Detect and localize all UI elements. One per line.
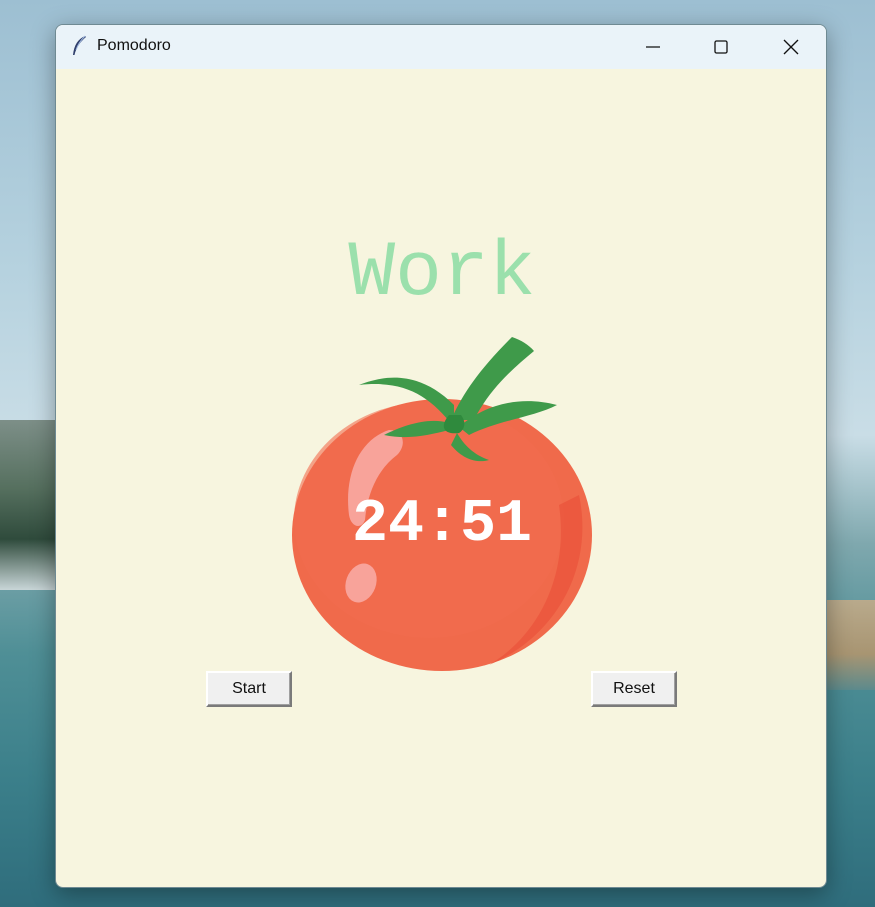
maximize-button[interactable] bbox=[686, 25, 756, 69]
timer-display: 24:51 bbox=[351, 491, 533, 559]
minimize-icon bbox=[646, 46, 660, 48]
reset-button[interactable]: Reset bbox=[591, 671, 677, 707]
mode-label: Work bbox=[348, 230, 536, 318]
minimize-button[interactable] bbox=[618, 25, 688, 69]
start-button[interactable]: Start bbox=[206, 671, 292, 707]
pomodoro-window: Pomodoro Work 24:51 Start Reset bbox=[55, 24, 827, 888]
feather-icon bbox=[73, 35, 86, 55]
desktop-scenery-left bbox=[0, 420, 60, 590]
window-title: Pomodoro bbox=[97, 37, 171, 54]
desktop-scenery-right bbox=[820, 600, 875, 690]
maximize-icon bbox=[714, 40, 728, 54]
close-icon bbox=[783, 39, 799, 55]
title-bar[interactable]: Pomodoro bbox=[56, 25, 826, 69]
close-button[interactable] bbox=[756, 25, 826, 69]
